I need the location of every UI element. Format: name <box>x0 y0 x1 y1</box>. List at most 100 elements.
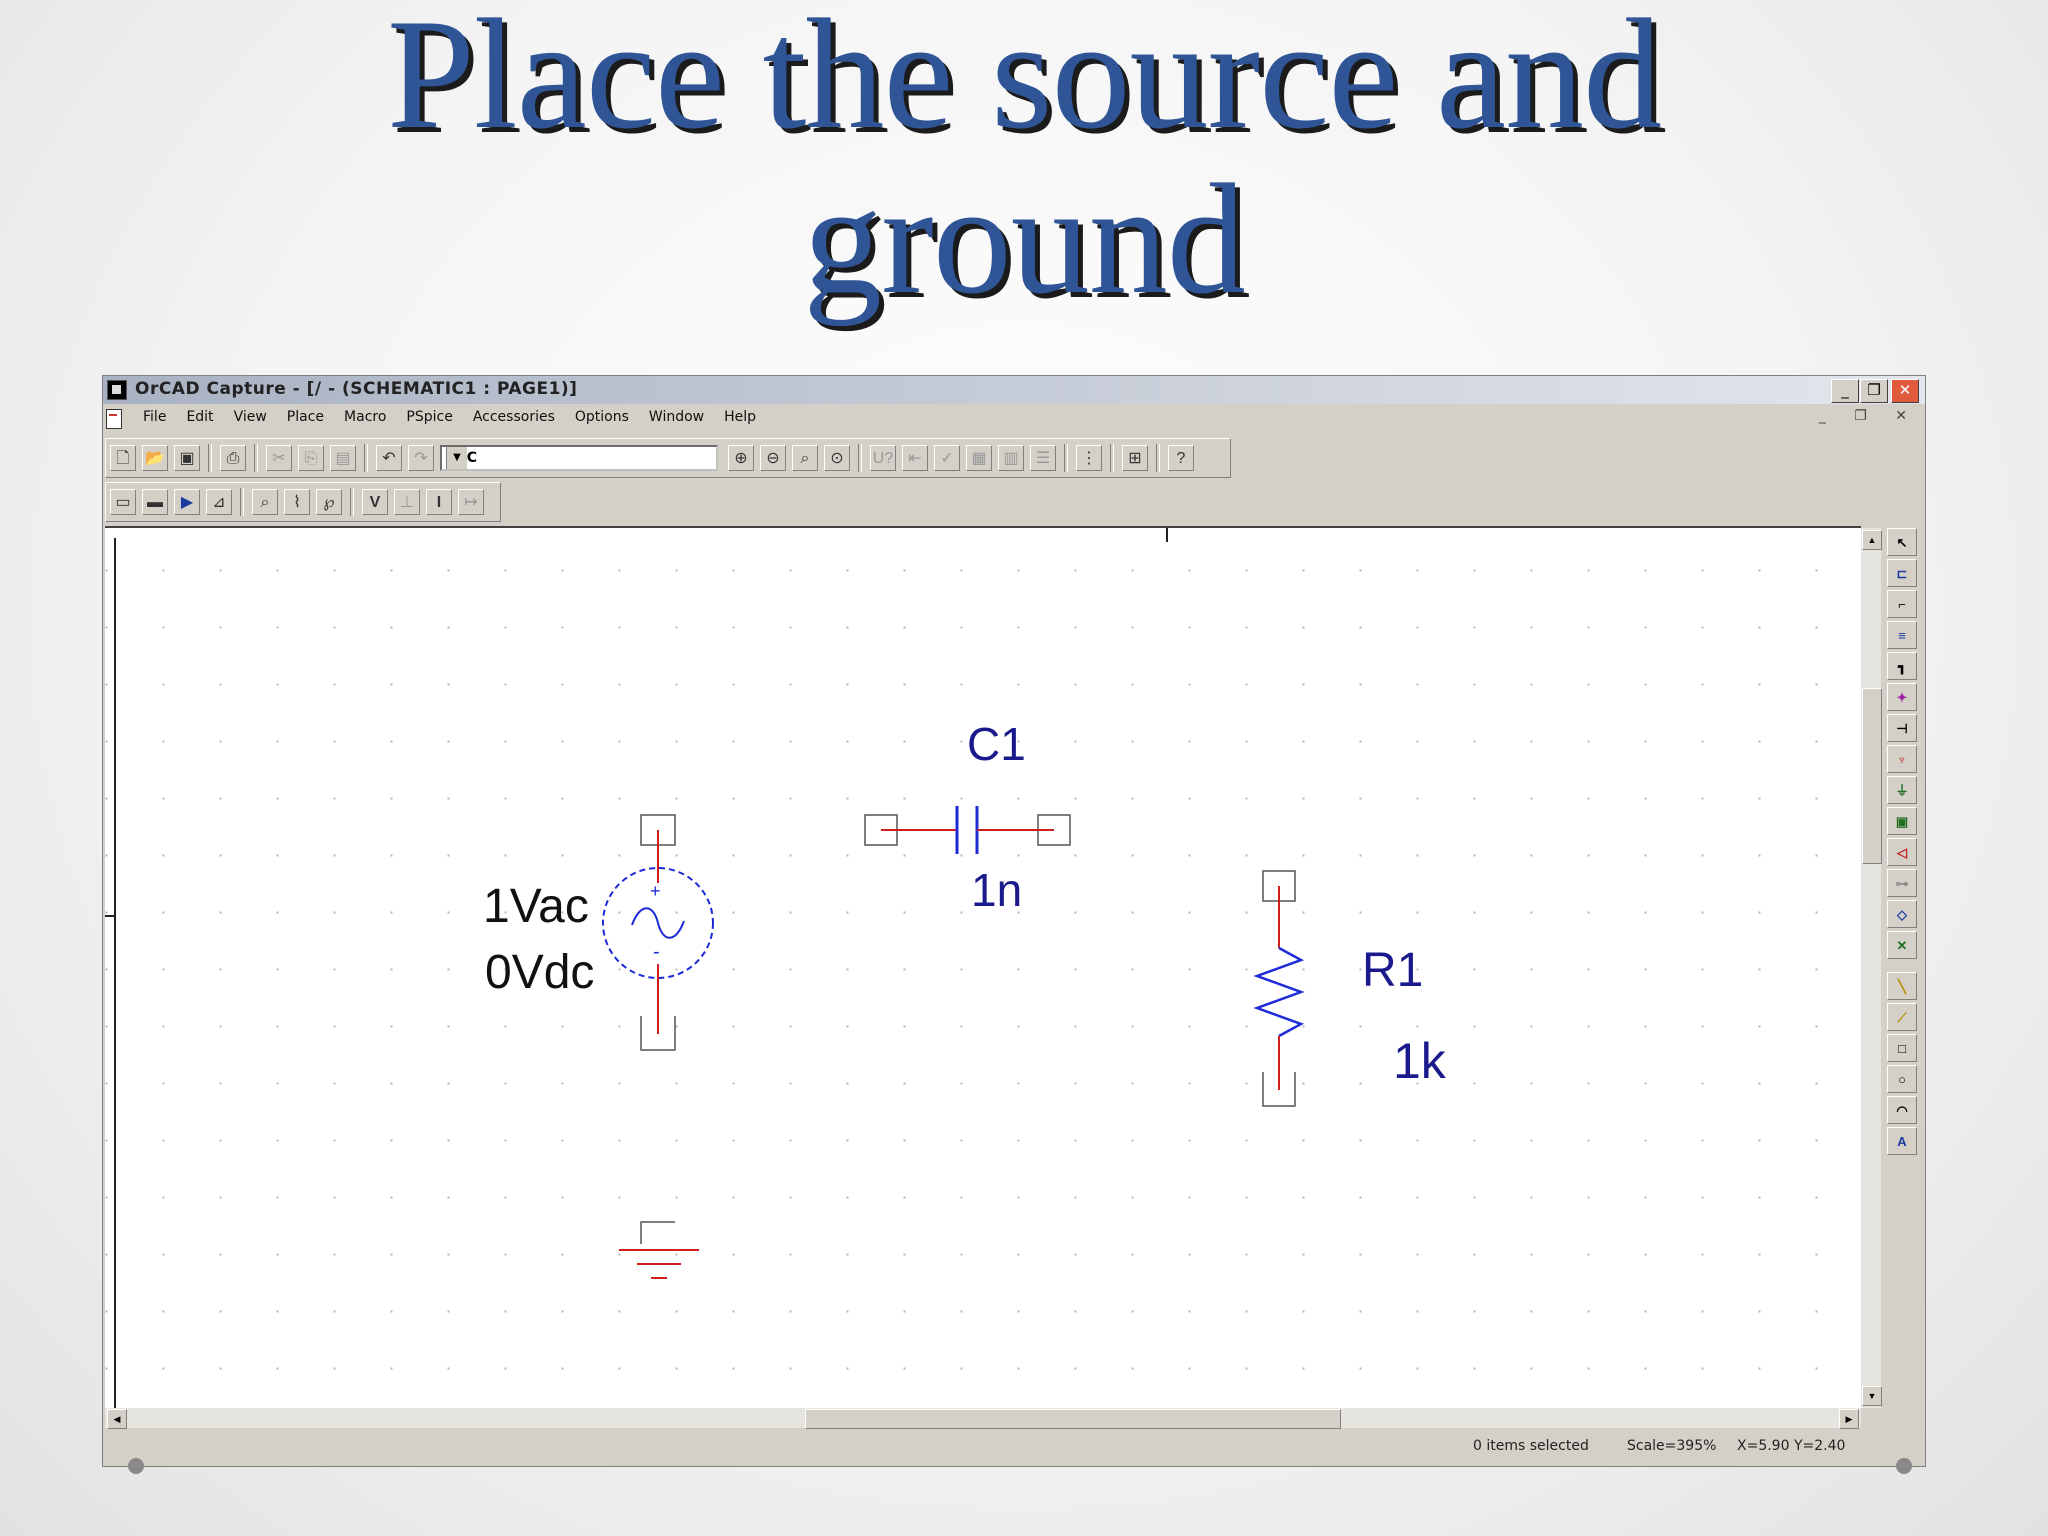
select-arrow-icon[interactable]: ↖ <box>1887 528 1917 556</box>
place-wire-icon[interactable]: ⌐ <box>1887 590 1917 618</box>
place-port-icon[interactable]: ◁ <box>1887 838 1917 866</box>
orcad-window: OrCAD Capture - [/ - (SCHEMATIC1 : PAGE1… <box>102 375 1926 1467</box>
help-icon[interactable]: ? <box>1168 445 1194 471</box>
menu-edit[interactable]: Edit <box>176 409 223 425</box>
place-bus-icon[interactable]: ┓ <box>1887 652 1917 680</box>
restore-button[interactable]: ❐ <box>1860 379 1888 403</box>
paste-icon[interactable]: ▤ <box>330 445 356 471</box>
open-folder-icon[interactable]: 📂 <box>142 445 168 471</box>
place-hierarchical-block-icon[interactable]: ▣ <box>1887 807 1917 835</box>
back-annotate-icon[interactable]: ⇤ <box>902 445 928 471</box>
toolbar-separator <box>1064 444 1068 472</box>
print-icon[interactable]: ⎙ <box>220 445 246 471</box>
voltage-display-icon[interactable]: ⊥ <box>394 489 420 515</box>
current-display-icon[interactable]: ↦ <box>458 489 484 515</box>
scroll-right-icon[interactable]: ▶ <box>1839 1409 1859 1429</box>
vertical-scroll-thumb[interactable] <box>1862 688 1882 864</box>
scroll-up-icon[interactable]: ▲ <box>1862 530 1882 550</box>
main-toolbar: 🗋 📂 ▣ ⎙ ✂ ⎘ ▤ ↶ ↷ VAC ▼ ⊕ ⊖ ⌕ ⊙ U? ⇤ ✓ ▦… <box>105 438 1231 478</box>
source-minus-sign: - <box>653 941 660 963</box>
copy-icon[interactable]: ⎘ <box>298 445 324 471</box>
menu-help[interactable]: Help <box>714 409 766 425</box>
place-net-alias-icon[interactable]: ≡ <box>1887 621 1917 649</box>
menu-pspice[interactable]: PSpice <box>396 409 462 425</box>
statusbar: 0 items selected Scale=395% X=5.90 Y=2.4… <box>103 1432 1925 1462</box>
place-no-connect-icon[interactable]: ✕ <box>1887 931 1917 959</box>
place-arc-icon[interactable]: ◠ <box>1887 1096 1917 1124</box>
scroll-down-icon[interactable]: ▼ <box>1862 1386 1882 1406</box>
place-polyline-icon[interactable]: ⟋ <box>1887 1003 1917 1031</box>
menu-view[interactable]: View <box>224 409 277 425</box>
save-icon[interactable]: ▣ <box>174 445 200 471</box>
place-pin-icon[interactable]: ⊶ <box>1887 869 1917 897</box>
menu-place[interactable]: Place <box>277 409 334 425</box>
horizontal-scrollbar[interactable]: ◀ ▶ <box>105 1408 1861 1429</box>
drc-icon[interactable]: ✓ <box>934 445 960 471</box>
slide-decoration-dot <box>128 1458 144 1474</box>
run-simulation-icon[interactable]: ▶ <box>174 489 200 515</box>
redo-icon[interactable]: ↷ <box>408 445 434 471</box>
close-button[interactable]: ✕ <box>1891 379 1919 403</box>
app-icon <box>107 380 127 400</box>
capacitor-c1[interactable]: C1 1n <box>864 718 1071 916</box>
bill-of-materials-icon[interactable]: ☰ <box>1030 445 1056 471</box>
enable-bias-voltage-icon[interactable]: V <box>362 489 388 515</box>
child-window-controls[interactable]: _ ❐ ✕ <box>1819 408 1919 424</box>
project-manager-icon[interactable]: ⊞ <box>1122 445 1148 471</box>
ground-symbol[interactable] <box>619 1221 699 1279</box>
minimize-button[interactable]: _ <box>1831 379 1859 403</box>
new-simulation-profile-icon[interactable]: ▭ <box>110 489 136 515</box>
place-rectangle-icon[interactable]: □ <box>1887 1034 1917 1062</box>
current-marker-icon[interactable]: ⌇ <box>284 489 310 515</box>
part-select-combo[interactable]: VAC ▼ <box>440 445 718 471</box>
edit-simulation-settings-icon[interactable]: ▬ <box>142 489 168 515</box>
new-file-icon[interactable]: 🗋 <box>110 445 136 471</box>
enable-bias-current-icon[interactable]: I <box>426 489 452 515</box>
source-ac-label[interactable]: 1Vac <box>483 880 589 933</box>
horizontal-scroll-thumb[interactable] <box>805 1409 1341 1429</box>
menu-options[interactable]: Options <box>565 409 639 425</box>
menubar: File Edit View Place Macro PSpice Access… <box>103 406 1925 430</box>
zoom-out-icon[interactable]: ⊖ <box>760 445 786 471</box>
undo-icon[interactable]: ↶ <box>376 445 402 471</box>
document-icon[interactable] <box>106 409 122 429</box>
annotate-icon[interactable]: U? <box>870 445 896 471</box>
vertical-scrollbar[interactable]: ▲ ▼ <box>1861 528 1882 1408</box>
place-off-page-connector-icon[interactable]: ◇ <box>1887 900 1917 928</box>
status-coordinates: X=5.90 Y=2.40 <box>1737 1438 1846 1454</box>
resistor-reference[interactable]: R1 <box>1362 944 1423 997</box>
resistor-r1[interactable]: R1 1k <box>1253 870 1447 1107</box>
zoom-area-icon[interactable]: ⌕ <box>792 445 818 471</box>
source-plus-sign: + <box>650 881 661 901</box>
capacitor-value[interactable]: 1n <box>971 864 1022 916</box>
place-ground-icon[interactable]: ⏚ <box>1887 776 1917 804</box>
menu-window[interactable]: Window <box>639 409 714 425</box>
netlist-icon[interactable]: ▦ <box>966 445 992 471</box>
voltage-marker-probe-icon[interactable]: ⌕ <box>252 489 278 515</box>
menu-macro[interactable]: Macro <box>334 409 396 425</box>
place-part-icon[interactable]: ⊏ <box>1887 559 1917 587</box>
cross-reference-icon[interactable]: ▥ <box>998 445 1024 471</box>
place-ellipse-icon[interactable]: ○ <box>1887 1065 1917 1093</box>
place-text-icon[interactable]: A <box>1887 1127 1917 1155</box>
source-dc-label[interactable]: 0Vdc <box>485 946 594 999</box>
place-line-icon[interactable]: ╲ <box>1887 972 1917 1000</box>
window-titlebar[interactable]: OrCAD Capture - [/ - (SCHEMATIC1 : PAGE1… <box>103 376 1925 404</box>
zoom-in-icon[interactable]: ⊕ <box>728 445 754 471</box>
menu-file[interactable]: File <box>133 409 176 425</box>
vac-source[interactable]: + - 1Vac 0Vdc <box>483 814 714 1051</box>
resistor-value[interactable]: 1k <box>1393 1033 1447 1089</box>
chevron-down-icon[interactable]: ▼ <box>446 447 467 469</box>
cut-icon[interactable]: ✂ <box>266 445 292 471</box>
snap-to-grid-icon[interactable]: ⋮ <box>1076 445 1102 471</box>
schematic-canvas[interactable]: + - 1Vac 0Vdc C1 1n R1 1k <box>105 526 1861 1408</box>
scroll-left-icon[interactable]: ◀ <box>107 1409 127 1429</box>
place-junction-icon[interactable]: ✦ <box>1887 683 1917 711</box>
capacitor-reference[interactable]: C1 <box>967 718 1026 770</box>
menu-accessories[interactable]: Accessories <box>463 409 565 425</box>
view-simulation-results-icon[interactable]: ⊿ <box>206 489 232 515</box>
place-bus-entry-icon[interactable]: ⊣ <box>1887 714 1917 742</box>
zoom-all-icon[interactable]: ⊙ <box>824 445 850 471</box>
power-marker-icon[interactable]: ℘ <box>316 489 342 515</box>
place-power-icon[interactable]: ♆ <box>1887 745 1917 773</box>
